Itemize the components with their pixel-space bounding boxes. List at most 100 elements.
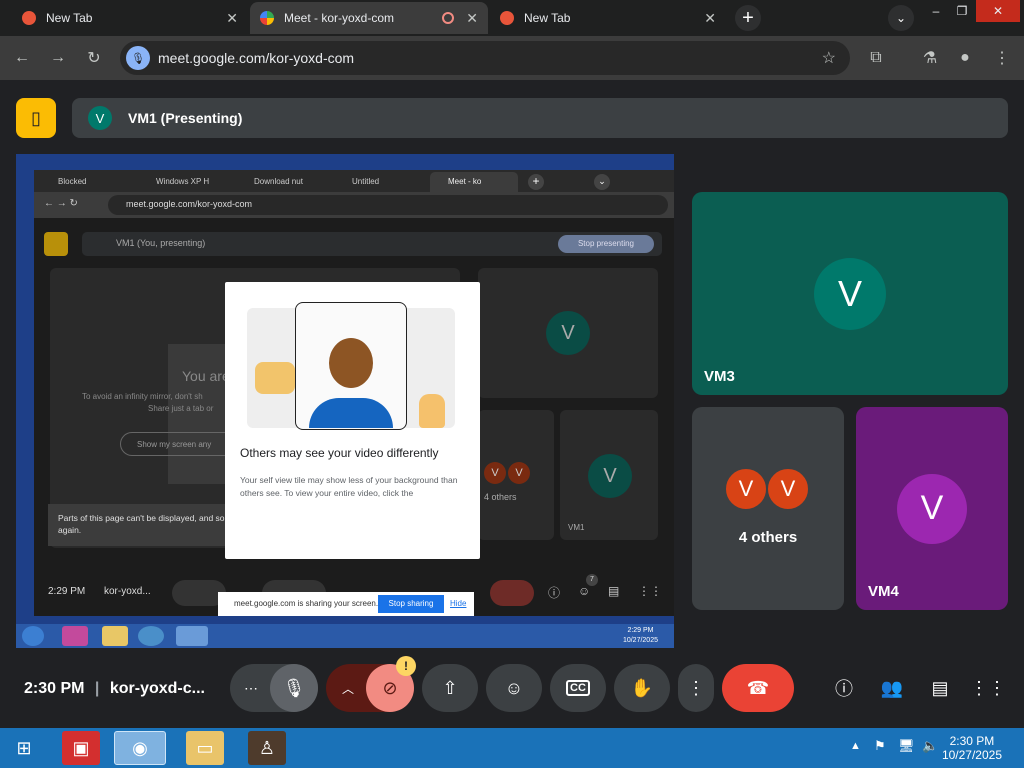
menu-icon[interactable]: ⋮ xyxy=(990,46,1014,70)
meeting-info-icon[interactable]: ⓘ xyxy=(830,674,858,702)
taskbar-clock[interactable]: 2:30 PM 10/27/2025 xyxy=(942,734,1002,762)
tab-meet[interactable]: Meet - kor-yoxd-com ✕ xyxy=(250,2,488,34)
tab-search-button[interactable]: ⌄ xyxy=(888,5,914,31)
inner-address-bar: meet.google.com/kor-yoxd-com xyxy=(108,195,668,215)
emoji-icon: ☺ xyxy=(504,677,524,698)
inner-tab-active: Meet - ko xyxy=(430,172,518,192)
inner-present-bar: VM1 (You, presenting) Stop presenting xyxy=(82,232,662,256)
hand-icon: ✋ xyxy=(630,677,654,698)
inner-tab-search-icon: ⌄ xyxy=(594,174,610,190)
participant-avatar: V xyxy=(897,473,967,544)
camera-settings-button[interactable]: ︿ ⊘ ! xyxy=(326,656,416,712)
presenting-label: VM1 (Presenting) xyxy=(128,110,243,126)
new-tab-button[interactable]: + xyxy=(735,5,761,31)
inner-tab: Blocked xyxy=(58,177,87,186)
chrome-icon xyxy=(500,11,514,25)
inner-avatar: V xyxy=(508,462,530,484)
extensions-icon[interactable]: ⧉ xyxy=(864,46,888,70)
activities-icon[interactable]: ⋮⋮ xyxy=(970,674,1006,702)
volume-icon[interactable]: 🔈 xyxy=(922,738,938,754)
inner-dialog: Others may see your video differently Yo… xyxy=(225,282,480,559)
chrome-taskbar-icon[interactable]: ◉ xyxy=(114,731,166,765)
more-options-icon: ⋯ xyxy=(244,679,258,696)
inner-avatar: V xyxy=(484,462,506,484)
inner-tab: Windows XP H xyxy=(156,177,210,186)
chevron-up-icon: ︿ xyxy=(342,681,355,696)
inner-start-button xyxy=(22,626,44,646)
chat-icon[interactable]: ▤ xyxy=(926,674,954,702)
inner-clock: 2:29 PM 10/27/2025 xyxy=(623,626,658,646)
inner-stop-presenting: Stop presenting xyxy=(558,235,654,253)
inner-avatar: V xyxy=(546,311,590,355)
os-taskbar: ⊞ ▣ ◉ ▭ ♙ ▲ ⚑ 🖥 🔈 2:30 PM 10/27/2025 xyxy=(0,728,1024,768)
window-close-button[interactable]: ✕ xyxy=(976,0,1020,22)
clock-date: 10/27/2025 xyxy=(941,748,1002,762)
inner-others-label: 4 others xyxy=(484,492,517,502)
bookmark-star-icon[interactable]: ☆ xyxy=(822,48,836,68)
more-options-button[interactable]: ⋮ xyxy=(678,664,714,712)
person-face-illustration xyxy=(329,338,373,388)
recording-icon xyxy=(442,12,454,24)
others-avatars: V V xyxy=(724,467,810,511)
inner-xp-icon xyxy=(176,626,208,646)
close-icon[interactable]: ✕ xyxy=(466,10,478,27)
inner-meet-page: VM1 (You, presenting) Stop presenting Yo… xyxy=(34,218,674,616)
present-screen-button[interactable]: ⇧ xyxy=(422,664,478,712)
cat-illustration xyxy=(255,362,295,394)
labs-icon[interactable]: ⚗ xyxy=(918,46,942,70)
presentation-layout-button[interactable]: ▯ xyxy=(16,98,56,138)
address-bar[interactable]: 🎙 meet.google.com/kor-yoxd-com ☆ xyxy=(120,41,850,75)
participant-tile-others[interactable]: V V 4 others xyxy=(692,407,844,610)
microphone-icon[interactable]: 🎙 xyxy=(126,46,150,70)
captions-button[interactable]: CC xyxy=(550,664,606,712)
flag-icon[interactable]: ⚑ xyxy=(874,738,886,754)
meeting-code: kor-yoxd-c... xyxy=(109,680,205,697)
inner-info-icon: ⓘ xyxy=(548,586,561,600)
leave-call-button[interactable]: ☎ xyxy=(722,664,794,712)
audio-settings-button[interactable]: ⋯ 🎙 xyxy=(230,664,318,712)
presenting-banner: V VM1 (Presenting) xyxy=(72,98,1008,138)
meeting-time: 2:30 PM xyxy=(24,680,85,697)
inner-tile-others: V V 4 others xyxy=(478,410,554,540)
forward-button[interactable]: → xyxy=(46,46,70,70)
inner-dialog-body: Your self view tile may show less of you… xyxy=(240,475,458,498)
profile-icon[interactable]: ● xyxy=(953,46,977,70)
presenter-avatar: V xyxy=(88,106,112,130)
participant-avatar: V xyxy=(766,467,810,511)
meet-icon xyxy=(260,11,274,25)
inner-clock-time: 2:29 PM xyxy=(627,627,654,634)
vase-illustration xyxy=(419,394,445,428)
others-label: 4 others xyxy=(738,529,798,546)
clock-time: 2:30 PM xyxy=(949,734,995,748)
inner-code: kor-yoxd... xyxy=(104,586,151,597)
user-app-icon[interactable]: ♙ xyxy=(248,731,286,765)
restore-button[interactable]: ❐ xyxy=(946,0,978,22)
tray-chevron-icon[interactable]: ▲ xyxy=(850,740,861,752)
url-text: meet.google.com/kor-yoxd-com xyxy=(158,50,355,66)
file-explorer-icon[interactable]: ▭ xyxy=(186,731,224,765)
microphone-icon[interactable]: 🎙 xyxy=(270,664,318,712)
inner-stop-sharing: Stop sharing xyxy=(378,595,444,613)
start-button[interactable]: ⊞ xyxy=(4,731,44,765)
app-launcher-icon[interactable]: ▣ xyxy=(62,731,100,765)
inner-chat-icon: ▤ xyxy=(608,584,620,598)
inner-vm1-label: VM1 xyxy=(568,523,585,532)
back-button[interactable]: ← xyxy=(10,46,34,70)
network-icon[interactable]: 🖥 xyxy=(898,738,915,754)
reload-button[interactable]: ↻ xyxy=(82,46,106,70)
close-icon[interactable]: ✕ xyxy=(226,10,238,27)
participant-tile-vm3[interactable]: V VM3 xyxy=(692,192,1008,395)
inner-people-icon: ☺ xyxy=(578,584,591,598)
inner-back-icon: ← → ↻ xyxy=(44,198,78,209)
inner-avatar: V xyxy=(588,454,632,498)
phone-hangup-icon: ☎ xyxy=(746,677,770,698)
inner-folder-icon xyxy=(102,626,128,646)
reactions-button[interactable]: ☺ xyxy=(486,664,542,712)
people-icon[interactable]: 👥 xyxy=(878,674,906,702)
raise-hand-button[interactable]: ✋ xyxy=(614,664,670,712)
close-icon[interactable]: ✕ xyxy=(704,10,716,27)
warning-badge: ! xyxy=(396,656,416,676)
tab-new-tab-2[interactable]: New Tab ✕ xyxy=(490,2,726,34)
tab-new-tab-1[interactable]: New Tab ✕ xyxy=(12,2,248,34)
participant-tile-vm4[interactable]: V VM4 xyxy=(856,407,1008,610)
